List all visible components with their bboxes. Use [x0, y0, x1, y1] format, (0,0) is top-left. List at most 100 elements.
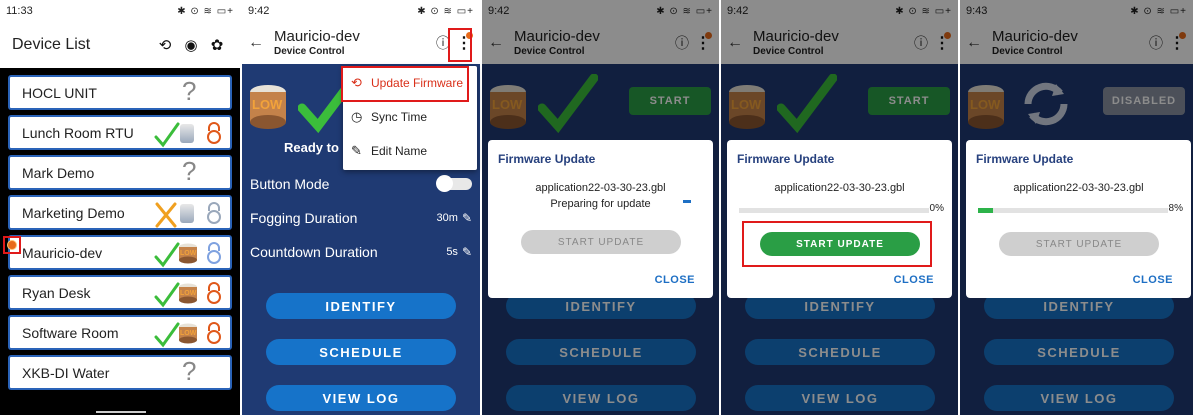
close-button[interactable]: CLOSE: [655, 274, 695, 286]
button-mode-toggle[interactable]: [436, 175, 472, 192]
button-mode-row: Button Mode: [250, 175, 472, 192]
device-status-icons: ?: [150, 155, 230, 188]
progress-bar: [739, 208, 929, 213]
device-status-icons: [150, 118, 230, 148]
device-list-item[interactable]: Lunch Room RTU: [8, 115, 232, 150]
identify-button[interactable]: IDENTIFY: [266, 293, 456, 319]
preparing-text: Preparing for update: [550, 198, 651, 210]
device-title: Mauricio-dev: [274, 28, 360, 45]
app-header: ← Mauricio-dev Device Control ⓘ ⋮: [242, 22, 480, 64]
start-update-button[interactable]: START UPDATE: [999, 232, 1159, 256]
close-button[interactable]: CLOSE: [1133, 274, 1173, 286]
device-list-item[interactable]: HOCL UNIT?: [8, 75, 232, 110]
status-time: 9:42: [248, 5, 270, 17]
firmware-update-screen: 9:42 ✱ ⊙ ≋ ▭+ ← Mauricio-dev Device Control ⓘ…: [721, 0, 958, 415]
status-time: 11:33: [6, 5, 33, 17]
progress-fill: [978, 208, 994, 213]
pencil-icon[interactable]: ✎: [462, 245, 472, 259]
firmware-update-screen: 9:43 ✱ ⊙ ≋ ▭+ ← Mauricio-dev Device Control ⓘ…: [960, 0, 1193, 415]
button-mode-label: Button Mode: [250, 176, 330, 192]
target-icon[interactable]: ◉: [178, 36, 204, 54]
refresh-icon[interactable]: ⟲: [152, 36, 178, 54]
nav-handle: [96, 411, 146, 413]
dialog-title: Firmware Update: [498, 152, 596, 166]
countdown-label: Countdown Duration: [250, 244, 378, 260]
device-list-item[interactable]: XKB-DI Water?: [8, 355, 232, 390]
device-list-item[interactable]: Ryan Desk LOW: [8, 275, 232, 310]
question-icon: ?: [182, 355, 197, 386]
device-name: HOCL UNIT: [22, 84, 97, 101]
progress-percent: 8%: [1168, 203, 1183, 214]
status-bar: 11:33 ✱ ⊙ ≋ ▭+: [0, 0, 240, 22]
fogging-row[interactable]: Fogging Duration 30m ✎: [250, 210, 472, 226]
close-button[interactable]: CLOSE: [894, 274, 934, 286]
device-name: Software Room: [22, 324, 119, 341]
status-icons: ✱ ⊙ ≋ ▭+: [417, 5, 474, 17]
back-arrow-icon[interactable]: ←: [248, 34, 274, 52]
device-name: Marketing Demo: [22, 204, 125, 221]
app-header: Device List ⟲ ◉ ✿: [0, 22, 240, 68]
pencil-icon: ✎: [351, 143, 362, 158]
progress-bar: [978, 208, 1168, 213]
fogging-value: 30m: [436, 212, 458, 224]
device-list-screen: 11:33 ✱ ⊙ ≋ ▭+ Device List ⟲ ◉ ✿ HOCL UN…: [0, 0, 240, 415]
low-tank-icon: LOW: [250, 85, 286, 129]
svg-text:LOW: LOW: [180, 330, 197, 337]
dialog-title: Firmware Update: [737, 152, 835, 166]
pencil-icon[interactable]: ✎: [462, 211, 472, 225]
device-status-icons: ?: [150, 76, 230, 108]
device-control-screen-menu: 9:42 ✱ ⊙ ≋ ▭+ ← Mauricio-dev Device Cont…: [242, 0, 480, 415]
device-list-item[interactable]: Software Room LOW: [8, 315, 232, 350]
device-list-item[interactable]: Marketing Demo: [8, 195, 232, 230]
ready-text: Ready to: [284, 140, 339, 155]
menu-item-label: Sync Time: [371, 110, 428, 124]
menu-item-edit-name[interactable]: ✎ Edit Name: [343, 134, 477, 168]
page-title: Device List: [12, 36, 91, 53]
tank-icon: [180, 123, 194, 143]
device-list-item[interactable]: Mark Demo?: [8, 155, 232, 190]
device-name: Mark Demo: [22, 164, 95, 181]
screenshot-strip: 11:33 ✱ ⊙ ≋ ▭+ Device List ⟲ ◉ ✿ HOCL UN…: [0, 0, 1193, 415]
firmware-update-dialog: Firmware Update application22-03-30-23.gb…: [727, 140, 952, 298]
device-name: Ryan Desk: [22, 284, 91, 301]
orange-dot-icon[interactable]: [7, 240, 17, 250]
nav-bar: [0, 409, 240, 415]
gear-icon[interactable]: ✿: [204, 36, 230, 54]
device-list-item[interactable]: Mauricio-dev LOW: [8, 235, 232, 270]
device-name: Lunch Room RTU: [22, 124, 134, 141]
menu-item-sync-time[interactable]: ◷ Sync Time: [343, 100, 477, 134]
device-name: XKB-DI Water: [22, 364, 110, 381]
firmware-filename: application22-03-30-23.gbl: [774, 182, 905, 194]
progress-percent: 0%: [929, 203, 944, 214]
device-status-icons: ?: [150, 355, 230, 388]
countdown-value: 5s: [446, 246, 458, 258]
question-icon: ?: [182, 155, 197, 186]
schedule-button[interactable]: SCHEDULE: [266, 339, 456, 365]
fogging-label: Fogging Duration: [250, 210, 358, 226]
svg-text:LOW: LOW: [180, 290, 197, 297]
start-update-button[interactable]: START UPDATE: [521, 230, 681, 254]
spinner-icon: [683, 200, 691, 203]
viewlog-button[interactable]: VIEW LOG: [266, 385, 456, 411]
highlight-update-firmware-box: [341, 66, 469, 102]
status-icons: ✱ ⊙ ≋ ▭+: [177, 5, 234, 17]
status-bar: 9:42 ✱ ⊙ ≋ ▭+: [242, 0, 480, 22]
highlight-start-update-box: [742, 221, 932, 267]
device-status-icons: LOW: [150, 238, 230, 268]
device-status-icons: LOW: [150, 278, 230, 308]
firmware-filename: application22-03-30-23.gbl: [1013, 182, 1144, 194]
low-label: LOW: [252, 97, 283, 112]
title-block: Mauricio-dev Device Control: [274, 29, 432, 57]
tank-icon: [180, 203, 194, 223]
device-status-icons: LOW: [150, 318, 230, 348]
svg-text:LOW: LOW: [180, 250, 197, 257]
countdown-row[interactable]: Countdown Duration 5s ✎: [250, 244, 472, 260]
device-subtitle: Device Control: [274, 46, 345, 57]
device-status-icons: [150, 198, 230, 228]
firmware-filename: application22-03-30-23.gbl: [535, 182, 666, 194]
menu-item-label: Edit Name: [371, 144, 428, 158]
firmware-update-dialog: Firmware Update application22-03-30-23.gb…: [488, 140, 713, 298]
device-list: HOCL UNIT? Lunch Room RTU Mark Demo? Market…: [0, 68, 240, 390]
firmware-update-screen: 9:42 ✱ ⊙ ≋ ▭+ ← Mauricio-dev Device Control ⓘ…: [482, 0, 719, 415]
clock-icon: ◷: [351, 109, 363, 124]
